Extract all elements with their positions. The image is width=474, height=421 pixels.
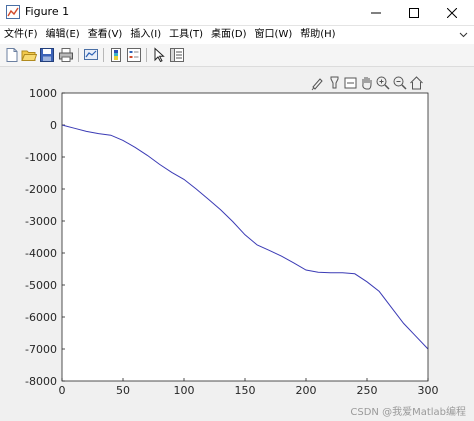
line-chart: 0 50 100 150 200 250 300 1000 0 -1000 -2000 -3000 -4…	[25, 87, 466, 418]
x-tick-label: 150	[235, 384, 256, 397]
x-tick-label: 200	[296, 384, 317, 397]
y-tick-label: -7000	[25, 343, 57, 356]
y-tick-label: 1000	[29, 87, 57, 100]
y-tick-label: -5000	[25, 279, 57, 292]
y-tick-label: -6000	[25, 311, 57, 324]
y-tick-label: 0	[50, 119, 57, 132]
axes-area[interactable]	[62, 93, 428, 381]
x-tick-label: 100	[174, 384, 195, 397]
y-tick-label: -8000	[25, 375, 57, 388]
y-tick-label: -2000	[25, 183, 57, 196]
y-tick-label: -1000	[25, 151, 57, 164]
x-tick-label: 0	[59, 384, 66, 397]
watermark-text: CSDN @我爱Matlab编程	[350, 405, 466, 418]
y-tick-label: -4000	[25, 247, 57, 260]
figure-window: Figure 1 文件(F) 编辑(E) 查看(V) 插入(I) 工具(T) 桌…	[0, 0, 474, 421]
x-tick-label: 300	[418, 384, 439, 397]
x-tick-label: 50	[116, 384, 130, 397]
y-tick-label: -3000	[25, 215, 57, 228]
x-tick-label: 250	[357, 384, 378, 397]
